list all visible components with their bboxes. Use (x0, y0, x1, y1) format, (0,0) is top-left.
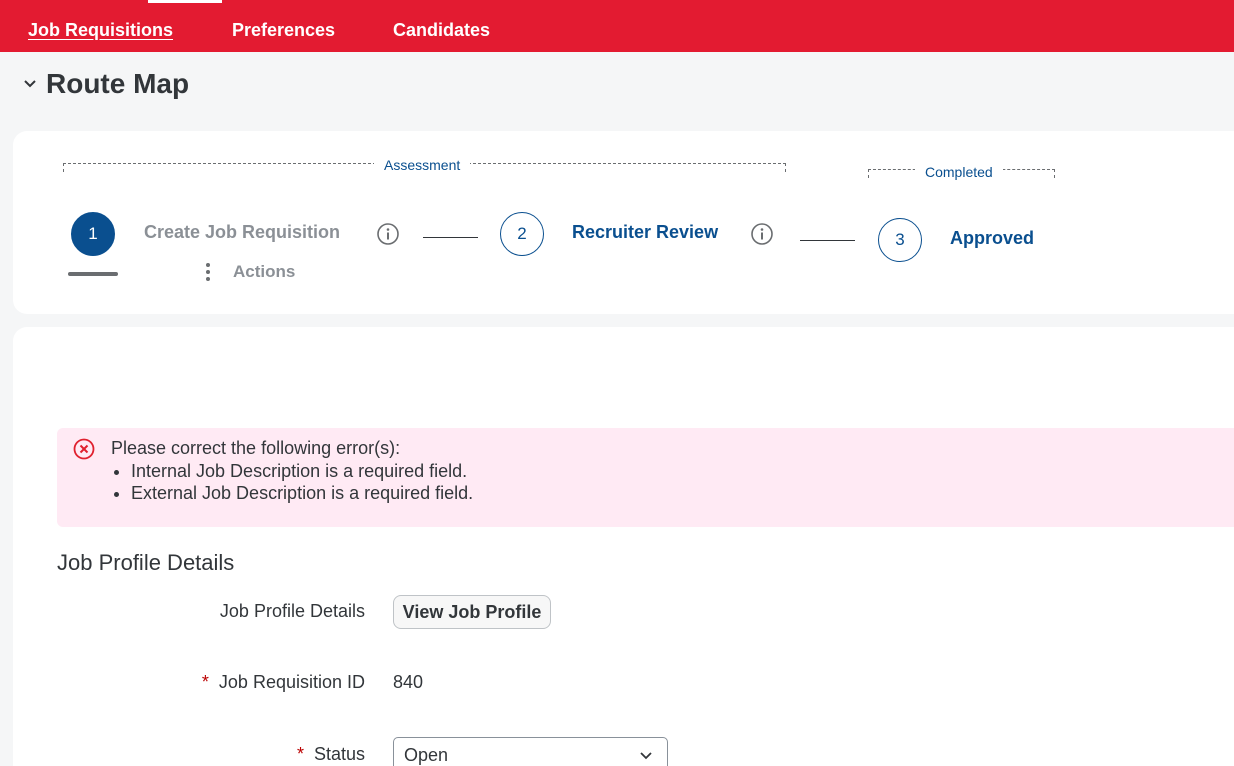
error-item: External Job Description is a required f… (131, 482, 473, 504)
step-1-label[interactable]: Create Job Requisition (144, 222, 340, 243)
nav-candidates[interactable]: Candidates (393, 20, 490, 41)
chevron-down-icon (640, 752, 652, 760)
view-job-profile-button[interactable]: View Job Profile (393, 595, 551, 629)
step-1-circle[interactable]: 1 (71, 212, 115, 256)
info-icon[interactable] (376, 222, 400, 246)
requisition-id-label-row: * Job Requisition ID (202, 672, 365, 693)
error-message-strip: Please correct the following error(s): I… (57, 428, 1234, 527)
section-title: Job Profile Details (57, 550, 235, 575)
route-map-title: Route Map (46, 68, 190, 99)
error-item: Internal Job Description is a required f… (131, 460, 473, 482)
info-icon[interactable] (750, 222, 774, 246)
status-select-value: Open (404, 745, 449, 765)
error-title: Please correct the following error(s): (111, 438, 401, 458)
step-3-circle[interactable]: 3 (878, 218, 922, 262)
group-label-completed: Completed (915, 164, 1003, 180)
job-profile-label: Job Profile Details (219, 601, 365, 621)
required-marker: * (296, 744, 304, 764)
group-label-assessment: Assessment (374, 157, 471, 173)
required-marker: * (201, 672, 209, 692)
step-3-label[interactable]: Approved (950, 228, 1034, 249)
status-label-row: * Status (297, 744, 365, 765)
step-connector (423, 237, 478, 238)
step-2-label[interactable]: Recruiter Review (572, 222, 718, 243)
requisition-id-value: 840 (393, 672, 424, 692)
current-step-indicator (68, 272, 118, 276)
actions-label: Actions (233, 262, 296, 281)
route-map-card: Assessment Completed 1 Create Job Requis… (13, 131, 1234, 314)
requisition-id-label: Job Requisition ID (218, 672, 365, 692)
error-list: Internal Job Description is a required f… (131, 460, 473, 504)
status-label: Status (313, 744, 365, 764)
nav-job-requisitions[interactable]: Job Requisitions (28, 20, 173, 41)
step-2-circle[interactable]: 2 (500, 212, 544, 256)
status-select[interactable]: Open (393, 737, 668, 766)
active-tab-indicator (148, 0, 222, 3)
step-connector (800, 240, 855, 241)
error-icon (73, 438, 95, 460)
route-map-toggle[interactable]: Route Map (22, 68, 189, 100)
chevron-down-icon (24, 80, 36, 88)
form-card (13, 327, 1234, 766)
top-navigation: Job Requisitions Preferences Candidates (0, 0, 1234, 52)
step-1-actions[interactable]: Actions (205, 262, 295, 282)
more-vertical-icon (206, 263, 210, 281)
nav-preferences[interactable]: Preferences (232, 20, 335, 41)
